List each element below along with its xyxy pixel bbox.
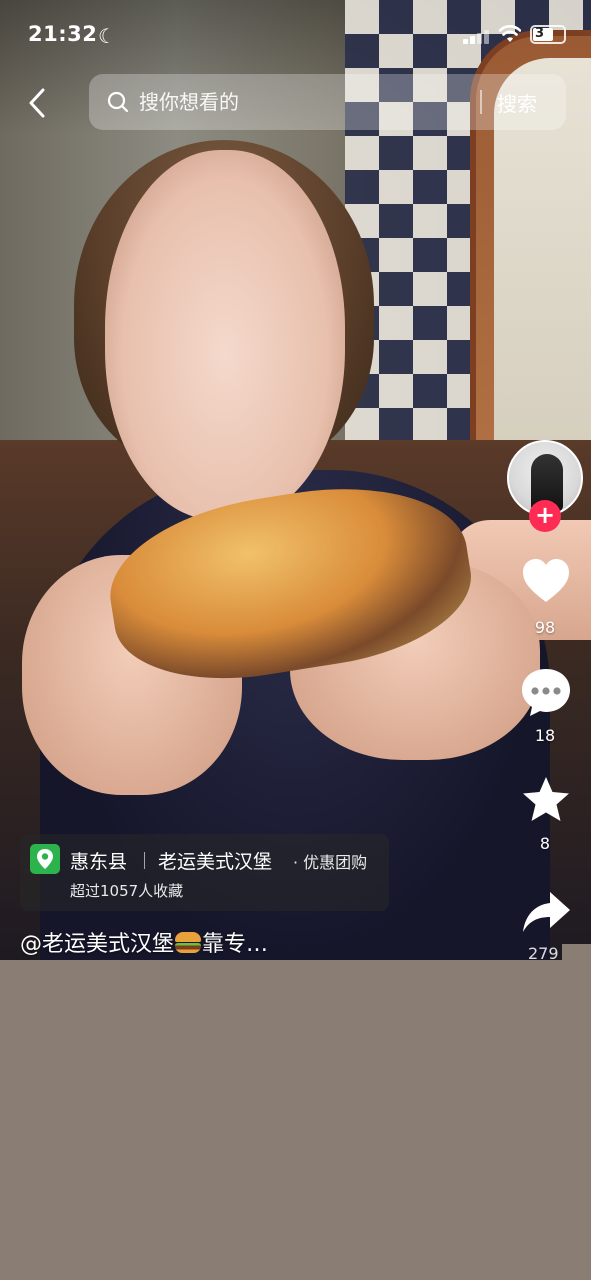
comment-count: 18 xyxy=(534,726,556,745)
heart-icon[interactable] xyxy=(520,556,572,608)
search-icon xyxy=(107,91,129,113)
star-icon[interactable] xyxy=(520,774,572,826)
empty-lower-area xyxy=(0,960,591,1280)
caption-mention[interactable]: @老运美式汉堡 xyxy=(20,932,174,957)
battery-level: 3 xyxy=(535,26,545,41)
location-shop-name: 老运美式汉堡 xyxy=(158,851,273,873)
search-button[interactable]: 搜索 xyxy=(497,88,537,117)
location-pin-icon xyxy=(30,844,60,874)
search-bar[interactable]: 搜索 xyxy=(89,74,566,130)
battery-icon: 3 xyxy=(530,25,566,44)
status-time: 21:32 xyxy=(28,22,98,46)
location-card[interactable]: 惠东县 老运美式汉堡 · 优惠团购 超过1057人收藏 xyxy=(20,834,389,911)
back-button[interactable] xyxy=(22,86,56,120)
person-face xyxy=(105,150,345,520)
signal-icon xyxy=(463,28,493,44)
status-bar: 21:32 ☾ 3 xyxy=(0,20,591,54)
follow-button[interactable]: + xyxy=(529,500,561,532)
video-caption[interactable]: @老运美式汉堡 靠专… xyxy=(20,926,320,958)
search-input[interactable] xyxy=(139,88,469,116)
location-subtext: 超过1057人收藏 xyxy=(70,882,184,900)
location-divider xyxy=(144,852,145,869)
caption-text: 靠专… xyxy=(202,932,269,957)
location-county: 惠东县 xyxy=(70,851,128,873)
wifi-icon xyxy=(499,25,521,42)
search-divider xyxy=(480,90,482,114)
like-count: 98 xyxy=(534,618,556,637)
favorite-count: 8 xyxy=(539,834,551,853)
video-player[interactable] xyxy=(0,0,591,960)
location-tag: · 优惠团购 xyxy=(293,853,368,872)
comment-icon[interactable] xyxy=(520,666,572,718)
moon-icon: ☾ xyxy=(98,24,116,48)
share-icon[interactable] xyxy=(520,886,572,938)
burger-emoji-icon xyxy=(174,932,202,954)
